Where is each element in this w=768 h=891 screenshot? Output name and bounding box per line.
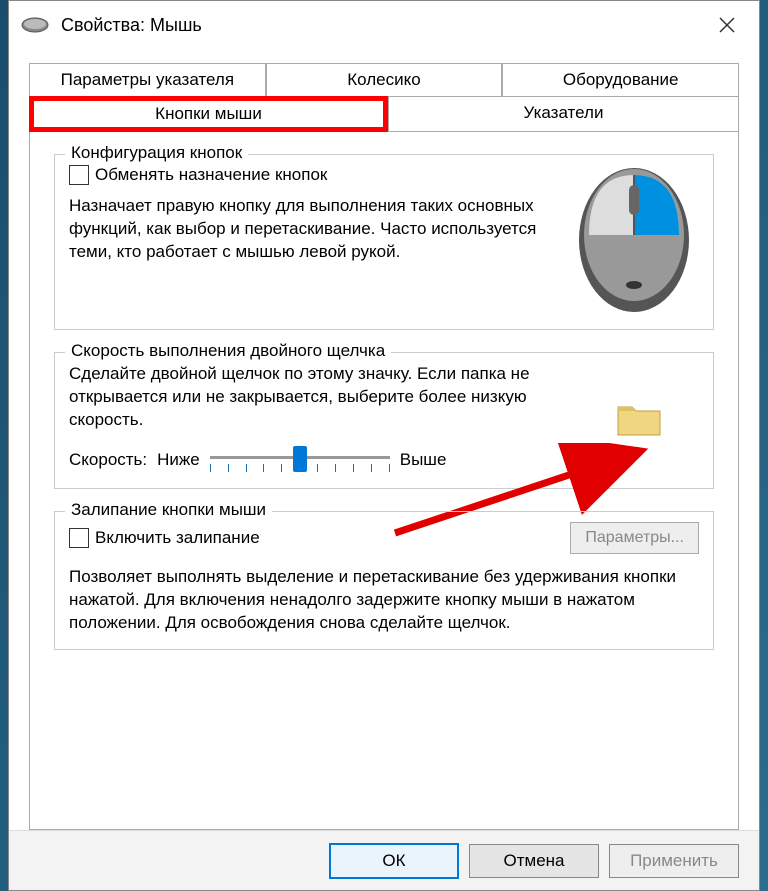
titlebar: Свойства: Мышь bbox=[9, 1, 759, 49]
tab-pointers[interactable]: Указатели bbox=[388, 96, 739, 132]
tab-panel-buttons: Конфигурация кнопок Обменять назначение … bbox=[29, 132, 739, 830]
tab-hardware[interactable]: Оборудование bbox=[502, 63, 739, 96]
fieldset-clicklock: Залипание кнопки мыши Включить залипание… bbox=[54, 511, 714, 650]
checkbox-swap-buttons[interactable] bbox=[69, 165, 89, 185]
mouse-icon bbox=[21, 17, 49, 33]
tab-buttons[interactable]: Кнопки мыши bbox=[29, 96, 388, 132]
clicklock-settings-button: Параметры... bbox=[570, 522, 699, 554]
label-swap-buttons: Обменять назначение кнопок bbox=[95, 165, 327, 185]
label-clicklock: Включить залипание bbox=[95, 528, 260, 548]
label-speed: Скорость: bbox=[69, 450, 147, 470]
desc-doubleclick: Сделайте двойной щелчок по этому значку.… bbox=[69, 363, 563, 432]
legend-clicklock: Залипание кнопки мыши bbox=[65, 500, 272, 520]
slider-doubleclick-speed[interactable] bbox=[210, 446, 390, 474]
legend-button-config: Конфигурация кнопок bbox=[65, 143, 248, 163]
tabs: Параметры указателя Колесико Оборудовани… bbox=[29, 63, 739, 132]
window-title: Свойства: Мышь bbox=[61, 15, 707, 36]
tab-pointer-options[interactable]: Параметры указателя bbox=[29, 63, 266, 96]
label-fast: Выше bbox=[400, 450, 447, 470]
desc-clicklock: Позволяет выполнять выделение и перетаск… bbox=[69, 566, 699, 635]
apply-button: Применить bbox=[609, 844, 739, 878]
fieldset-doubleclick-speed: Скорость выполнения двойного щелчка Сдел… bbox=[54, 352, 714, 489]
label-slow: Ниже bbox=[157, 450, 200, 470]
dialog-footer: ОК Отмена Применить bbox=[9, 830, 759, 890]
close-icon bbox=[719, 17, 735, 33]
close-button[interactable] bbox=[707, 5, 747, 45]
mouse-properties-dialog: Свойства: Мышь Параметры указателя Колес… bbox=[8, 0, 760, 891]
folder-test-icon[interactable] bbox=[614, 397, 664, 439]
ok-button[interactable]: ОК bbox=[329, 843, 459, 879]
fieldset-button-config: Конфигурация кнопок Обменять назначение … bbox=[54, 154, 714, 330]
dialog-content: Параметры указателя Колесико Оборудовани… bbox=[9, 49, 759, 830]
slider-thumb[interactable] bbox=[293, 446, 307, 472]
desc-swap-buttons: Назначает правую кнопку для выполнения т… bbox=[69, 195, 553, 264]
checkbox-clicklock[interactable] bbox=[69, 528, 89, 548]
tab-wheel[interactable]: Колесико bbox=[266, 63, 503, 96]
cancel-button[interactable]: Отмена bbox=[469, 844, 599, 878]
legend-doubleclick: Скорость выполнения двойного щелчка bbox=[65, 341, 391, 361]
mouse-illustration bbox=[569, 165, 699, 315]
